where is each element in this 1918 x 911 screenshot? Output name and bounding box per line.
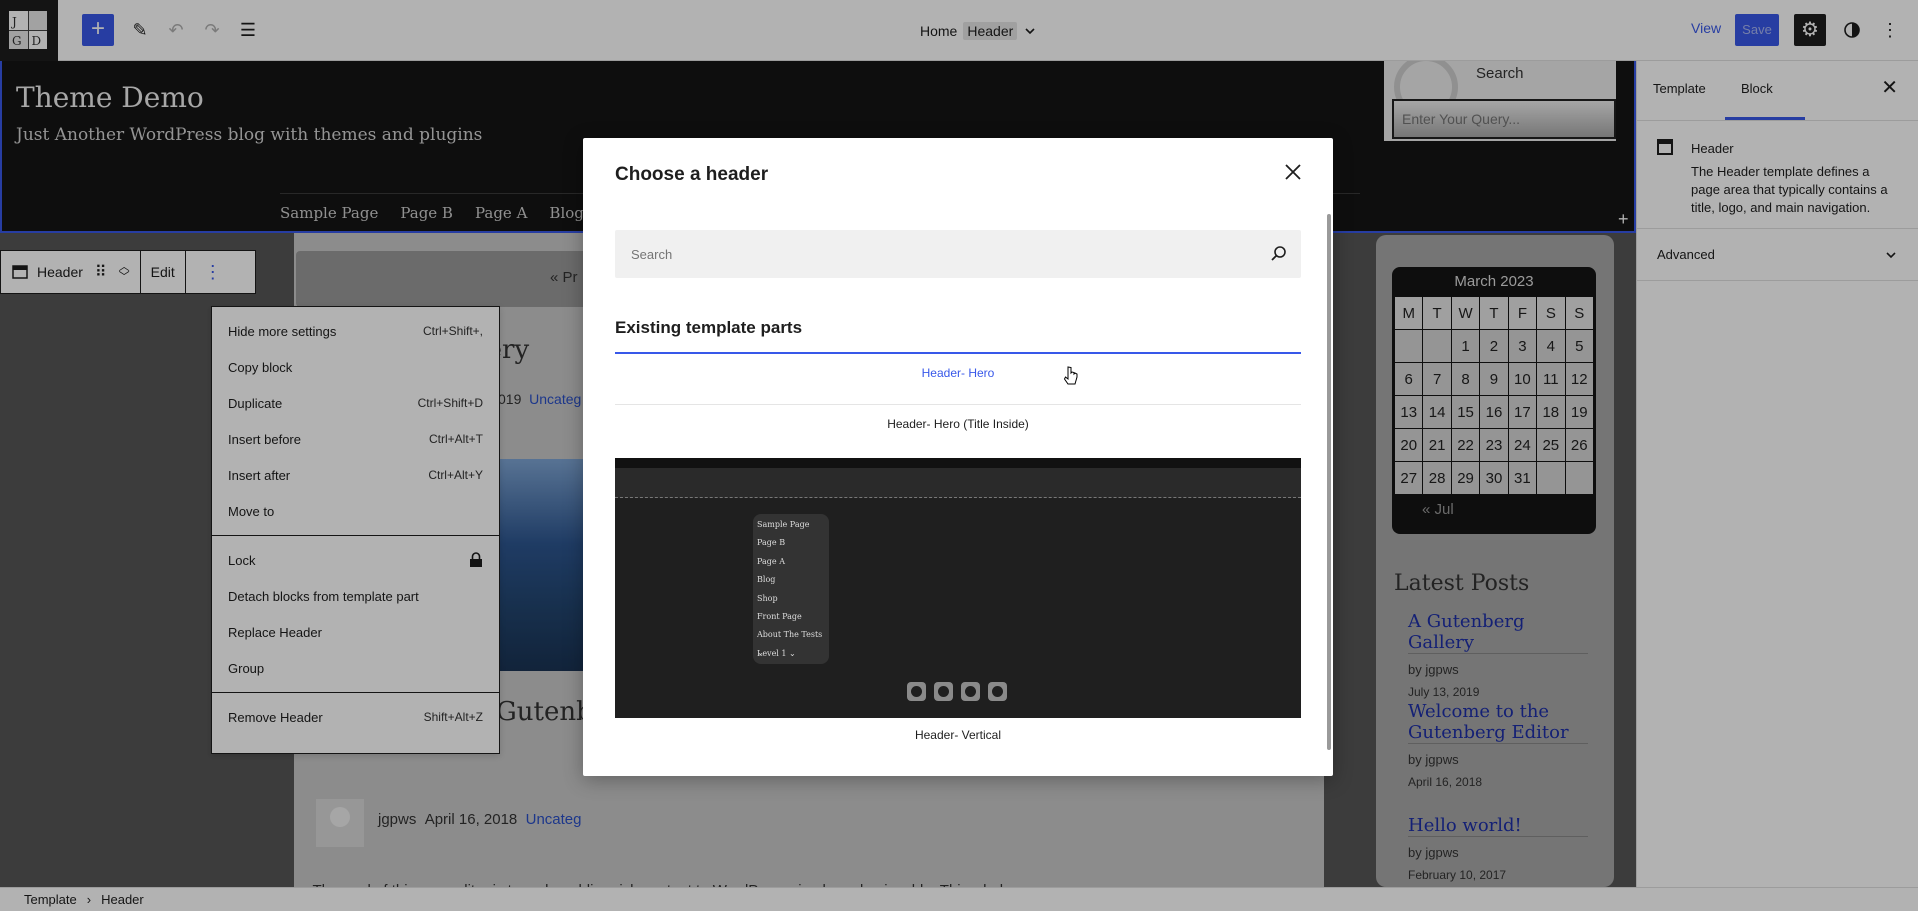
template-part-preview-vertical[interactable]: Sample Page Page B Page A Blog Shop Fron… (615, 458, 1301, 718)
facebook-icon (907, 682, 926, 701)
preview-nav-item: Blog (757, 575, 776, 585)
template-part-option-hero-title-inside[interactable]: Header- Hero (Title Inside) (615, 417, 1301, 431)
preview-nav-item: Shop (757, 593, 778, 603)
template-part-option-vertical[interactable]: Header- Vertical (615, 728, 1301, 742)
preview-nav-item: Level 1 ⌄ (757, 648, 796, 658)
preview-nav-item: About The Tests ⌄ (757, 630, 823, 658)
twitter-icon (934, 682, 953, 701)
preview-nav-item: Page B (757, 538, 786, 548)
modal-title: Choose a header (615, 164, 769, 185)
section-heading: Existing template parts (615, 318, 803, 337)
instagram-icon (961, 682, 980, 701)
choose-header-modal: Choose a header Existing template parts … (583, 138, 1333, 776)
option-divider (615, 404, 1301, 405)
preview-navigation: Sample Page Page B Page A Blog Shop Fron… (753, 514, 829, 664)
linkedin-icon (988, 682, 1007, 701)
search-input[interactable] (615, 230, 1255, 278)
mouse-cursor-icon (1064, 366, 1078, 385)
preview-nav-item: Sample Page (757, 520, 810, 529)
modal-scrollbar[interactable] (1327, 214, 1331, 750)
preview-nav-item: Front Page (757, 611, 802, 621)
modal-search (615, 230, 1301, 278)
section-underline (615, 352, 1301, 354)
close-icon (1285, 164, 1301, 180)
search-icon (1271, 246, 1286, 261)
preview-social-icons (907, 682, 1007, 701)
preview-nav-item: Page A (757, 556, 785, 566)
template-part-option-hero[interactable]: Header- Hero (615, 366, 1301, 380)
preview-header-band (615, 458, 1301, 498)
close-button[interactable] (1277, 156, 1309, 188)
